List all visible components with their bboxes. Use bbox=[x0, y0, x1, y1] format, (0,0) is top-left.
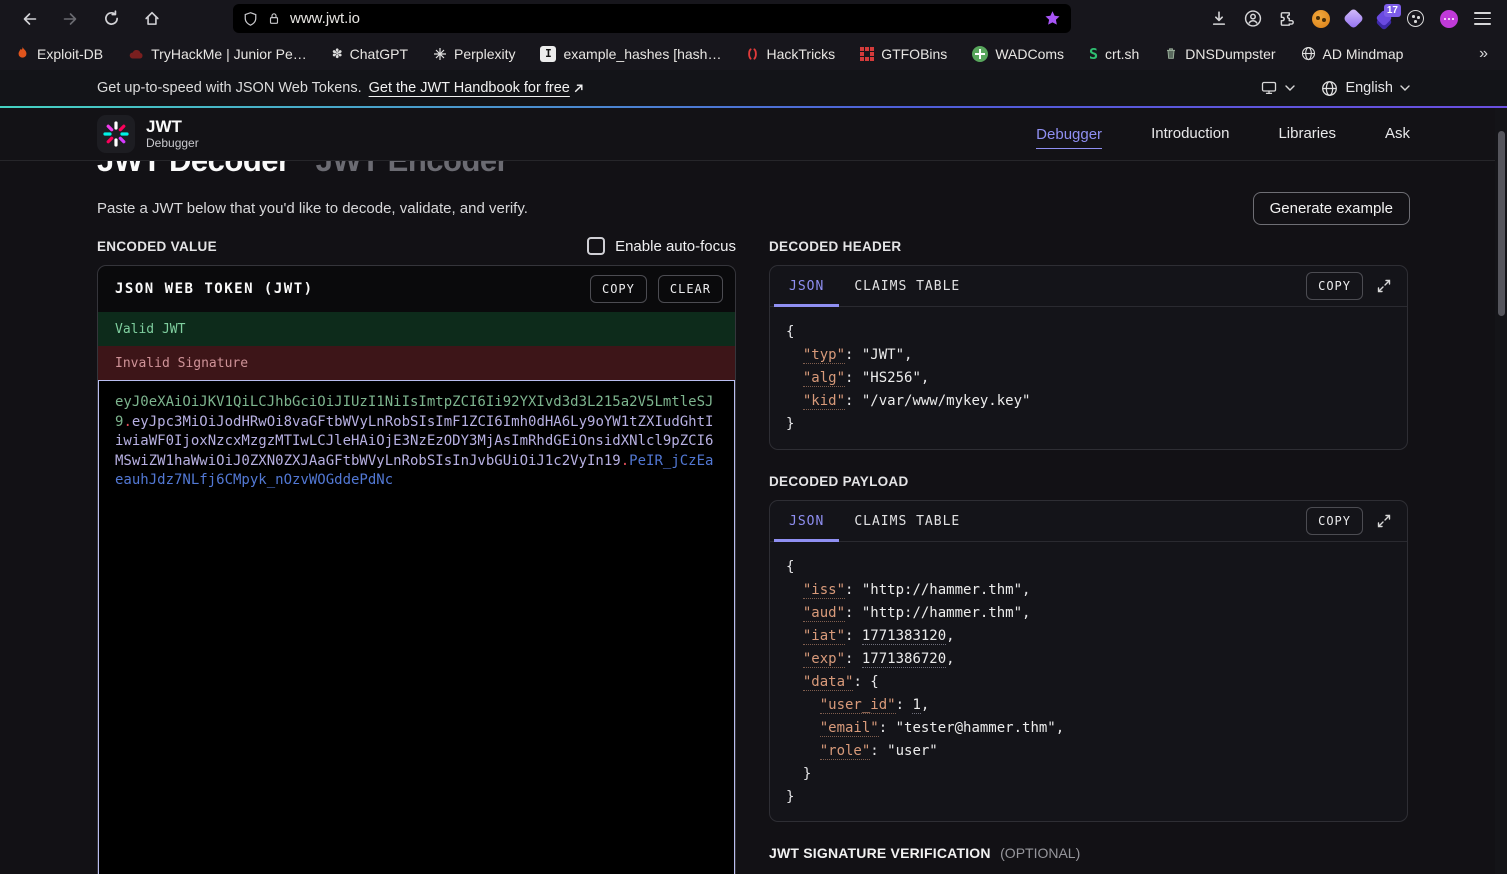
page-subtitle: Paste a JWT below that you'd like to dec… bbox=[97, 200, 528, 217]
browser-toolbar: www.jwt.io 17 bbox=[0, 0, 1507, 37]
encoded-token-panel: JSON WEB TOKEN (JWT) COPY CLEAR Valid JW… bbox=[97, 265, 736, 874]
scrollbar[interactable] bbox=[1495, 108, 1507, 874]
signature-verification-title: JWT SIGNATURE VERIFICATION bbox=[769, 845, 991, 861]
banner-text: Get up-to-speed with JSON Web Tokens. bbox=[97, 80, 362, 96]
nav-libraries[interactable]: Libraries bbox=[1278, 125, 1336, 144]
bookmark-star-icon[interactable] bbox=[1044, 10, 1061, 27]
tryhackme-icon bbox=[128, 47, 144, 61]
nav-introduction[interactable]: Introduction bbox=[1151, 125, 1229, 144]
bookmark-ad-mindmap[interactable]: AD Mindmap bbox=[1301, 46, 1404, 62]
expand-header-icon[interactable] bbox=[1377, 279, 1391, 293]
site-nav: Debugger Introduction Libraries Ask bbox=[1036, 125, 1410, 144]
autofocus-checkbox[interactable] bbox=[587, 237, 605, 255]
extension-orange-icon[interactable] bbox=[1312, 10, 1330, 28]
extensions-puzzle-icon[interactable] bbox=[1278, 10, 1296, 28]
chevron-down-icon bbox=[1400, 85, 1410, 91]
decoded-column: DECODED HEADER JSON CLAIMS TABLE COPY { … bbox=[769, 229, 1408, 874]
encoded-panel-title: JSON WEB TOKEN (JWT) bbox=[115, 281, 314, 297]
url-bar[interactable]: www.jwt.io bbox=[233, 4, 1071, 33]
bookmark-dnsdumpster[interactable]: DNSDumpster bbox=[1164, 46, 1275, 62]
main-content: JWT Decoder JWT Encoder Paste a JWT belo… bbox=[0, 143, 1507, 874]
chatgpt-icon: ✽ bbox=[332, 47, 343, 60]
bookmark-chatgpt[interactable]: ✽ ChatGPT bbox=[332, 46, 408, 62]
decoded-payload-label: DECODED PAYLOAD bbox=[769, 474, 909, 489]
copy-token-button[interactable]: COPY bbox=[590, 275, 647, 303]
jwt-token-text: eyJ0eXAiOiJKV1QiLCJhbGciOiJIUzI1NiIsImtp… bbox=[115, 393, 718, 491]
jwt-token-input[interactable]: eyJ0eXAiOiJKV1QiLCJhbGciOiJIUzI1NiIsImtp… bbox=[98, 380, 735, 874]
theme-selector[interactable] bbox=[1260, 80, 1295, 96]
bookmark-perplexity[interactable]: Perplexity bbox=[433, 46, 515, 62]
shield-icon[interactable] bbox=[243, 11, 258, 27]
extension-badge: 17 bbox=[1384, 4, 1401, 17]
valid-jwt-banner: Valid JWT bbox=[98, 312, 735, 346]
crtsh-icon: S bbox=[1089, 45, 1098, 63]
copy-header-button[interactable]: COPY bbox=[1306, 272, 1363, 300]
decoded-header-label: DECODED HEADER bbox=[769, 239, 901, 254]
external-link-icon bbox=[573, 83, 584, 94]
language-selector[interactable]: English bbox=[1321, 80, 1410, 97]
bookmark-crtsh[interactable]: S crt.sh bbox=[1089, 45, 1139, 63]
bookmark-gtfobins[interactable]: GTFOBins bbox=[860, 46, 947, 62]
signature-optional-label: (OPTIONAL) bbox=[1000, 845, 1080, 861]
dnsdumpster-icon bbox=[1164, 46, 1178, 61]
copy-payload-button[interactable]: COPY bbox=[1306, 507, 1363, 535]
scrollbar-thumb[interactable] bbox=[1498, 131, 1505, 316]
hacktricks-icon bbox=[746, 47, 759, 61]
handbook-link[interactable]: Get the JWT Handbook for free bbox=[369, 80, 570, 96]
bookmark-example-hashes[interactable]: I example_hashes [hash… bbox=[540, 46, 721, 62]
extension-gradient-diamond-icon[interactable] bbox=[1343, 8, 1364, 29]
decoded-payload-panel: JSON CLAIMS TABLE COPY { "iss": "http://… bbox=[769, 500, 1408, 822]
monitor-icon bbox=[1260, 80, 1278, 96]
back-icon[interactable] bbox=[20, 10, 38, 28]
expand-payload-icon[interactable] bbox=[1377, 514, 1391, 528]
downloads-icon[interactable] bbox=[1210, 10, 1228, 28]
bookmarks-overflow-chevron[interactable]: » bbox=[1479, 45, 1492, 63]
bookmarks-bar: Exploit-DB TryHackMe | Junior Pe… ✽ Chat… bbox=[0, 37, 1507, 70]
encoded-value-label: ENCODED VALUE bbox=[97, 239, 217, 254]
autofocus-label: Enable auto-focus bbox=[615, 238, 736, 255]
clear-token-button[interactable]: CLEAR bbox=[658, 275, 723, 303]
bookmark-exploit-db[interactable]: Exploit-DB bbox=[15, 46, 103, 62]
nav-ask[interactable]: Ask bbox=[1385, 125, 1410, 144]
hashcat-icon: I bbox=[540, 46, 556, 62]
logo-subtitle: Debugger bbox=[146, 136, 199, 150]
globe-icon bbox=[1321, 80, 1338, 97]
bookmark-wadcoms[interactable]: WADComs bbox=[972, 46, 1064, 62]
exploit-db-icon bbox=[15, 46, 30, 61]
forward-icon[interactable] bbox=[61, 10, 79, 28]
decoded-header-panel: JSON CLAIMS TABLE COPY { "typ": "JWT", "… bbox=[769, 265, 1408, 450]
bookmark-hacktricks[interactable]: HackTricks bbox=[746, 46, 835, 62]
promo-banner: Get up-to-speed with JSON Web Tokens. Ge… bbox=[0, 70, 1507, 108]
extension-cookie-icon[interactable] bbox=[1407, 10, 1424, 27]
extension-wappalyzer-icon[interactable]: 17 bbox=[1377, 12, 1391, 26]
nav-debugger[interactable]: Debugger bbox=[1036, 126, 1102, 149]
lock-icon[interactable] bbox=[267, 11, 281, 26]
bookmark-tryhackme[interactable]: TryHackMe | Junior Pe… bbox=[128, 46, 307, 62]
tab-header-claims-table[interactable]: CLAIMS TABLE bbox=[839, 266, 975, 306]
autofocus-toggle[interactable]: Enable auto-focus bbox=[587, 237, 736, 255]
extension-magenta-icon[interactable] bbox=[1440, 10, 1458, 28]
wadcoms-icon bbox=[972, 46, 988, 62]
perplexity-icon bbox=[433, 47, 447, 61]
home-icon[interactable] bbox=[143, 10, 161, 28]
tab-header-json[interactable]: JSON bbox=[774, 266, 839, 306]
gtfobins-icon bbox=[860, 47, 874, 61]
site-header: JWT Debugger Debugger Introduction Libra… bbox=[0, 108, 1507, 161]
encoded-column: ENCODED VALUE Enable auto-focus JSON WEB… bbox=[97, 229, 736, 874]
generate-example-button[interactable]: Generate example bbox=[1253, 192, 1410, 225]
jwt-logo-icon[interactable] bbox=[97, 115, 135, 153]
url-text[interactable]: www.jwt.io bbox=[290, 10, 1035, 27]
tab-payload-json[interactable]: JSON bbox=[774, 501, 839, 541]
chevron-down-icon bbox=[1285, 85, 1295, 91]
account-icon[interactable] bbox=[1244, 10, 1262, 28]
tab-payload-claims-table[interactable]: CLAIMS TABLE bbox=[839, 501, 975, 541]
reload-icon[interactable] bbox=[102, 10, 120, 28]
logo-title: JWT bbox=[146, 118, 199, 136]
decoded-payload-json: { "iss": "http://hammer.thm", "aud": "ht… bbox=[770, 542, 1407, 822]
decoded-header-json: { "typ": "JWT", "alg": "HS256", "kid": "… bbox=[770, 307, 1407, 450]
invalid-signature-banner: Invalid Signature bbox=[98, 346, 735, 380]
menu-icon[interactable] bbox=[1474, 12, 1491, 25]
ad-mindmap-globe-icon bbox=[1301, 46, 1316, 61]
language-label: English bbox=[1345, 80, 1393, 96]
